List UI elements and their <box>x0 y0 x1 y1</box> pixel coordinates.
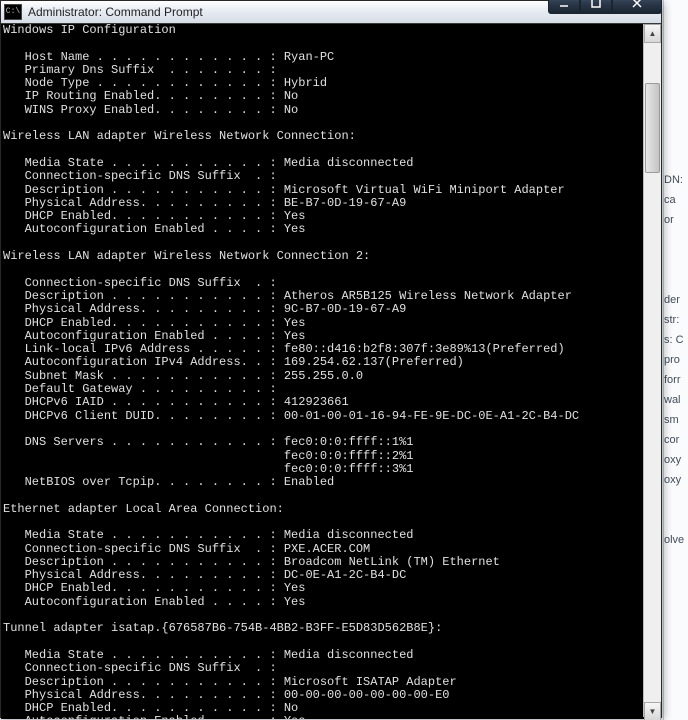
scroll-thumb[interactable] <box>645 83 660 173</box>
maximize-button[interactable] <box>580 0 612 14</box>
command-prompt-window: C:\ Administrator: Command Prompt Window… <box>0 0 662 718</box>
scroll-up-button[interactable]: ▲ <box>644 24 661 43</box>
scroll-track[interactable] <box>644 43 661 702</box>
console-output[interactable]: Windows IP Configuration Host Name . . .… <box>1 24 647 719</box>
minimize-button[interactable] <box>548 0 580 14</box>
close-button[interactable] <box>612 0 662 14</box>
window-buttons <box>548 0 662 14</box>
scroll-down-button[interactable]: ▼ <box>644 702 661 720</box>
cmd-icon: C:\ <box>4 4 22 20</box>
vertical-scrollbar[interactable]: ▲ ▼ <box>643 24 661 717</box>
background-page-snippet: DN: ca or der str: s: C pro forr wal sm … <box>663 0 688 720</box>
titlebar[interactable]: C:\ Administrator: Command Prompt <box>1 1 661 24</box>
console-client-area: Windows IP Configuration Host Name . . .… <box>1 24 661 717</box>
